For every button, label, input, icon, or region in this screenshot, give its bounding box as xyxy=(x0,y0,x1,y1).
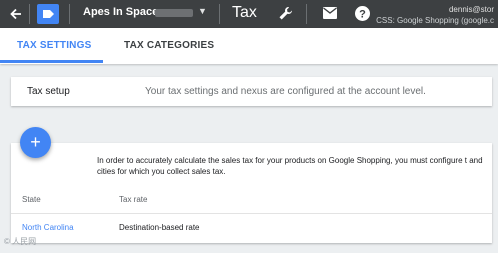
account-name[interactable]: Apes In Space xyxy=(83,6,158,18)
merchant-center-logo-icon[interactable] xyxy=(37,4,59,24)
table-row-state-link[interactable]: North Carolina xyxy=(22,223,74,232)
chevron-down-icon[interactable]: ▼ xyxy=(198,6,207,16)
tab-tax-settings[interactable]: TAX SETTINGS xyxy=(17,40,91,51)
page-title: Tax xyxy=(232,4,257,21)
watermark-text: © 人民网 xyxy=(4,237,37,246)
column-header-state: State xyxy=(22,195,41,204)
nexus-intro-text: In order to accurately calculate the sal… xyxy=(97,156,483,176)
wrench-icon[interactable] xyxy=(277,5,294,22)
help-icon[interactable]: ? xyxy=(354,5,371,22)
tab-tax-categories[interactable]: TAX CATEGORIES xyxy=(124,40,214,51)
tax-setup-label: Tax setup xyxy=(27,86,70,97)
mail-icon[interactable] xyxy=(322,6,338,20)
table-divider xyxy=(11,213,492,214)
account-id-redacted xyxy=(155,9,193,17)
user-account-subtitle: CSS: Google Shopping (google.c xyxy=(376,16,494,25)
tax-setup-description: Your tax settings and nexus are configur… xyxy=(145,86,426,97)
tab-bar: TAX SETTINGS TAX CATEGORIES xyxy=(0,28,498,64)
toolbar-divider xyxy=(306,4,307,24)
top-app-bar: Apes In Space ▼ Tax ? dennis@stor CSS: G… xyxy=(0,0,498,28)
user-email[interactable]: dennis@stor xyxy=(449,5,494,14)
active-tab-indicator xyxy=(0,60,103,63)
add-state-button[interactable]: + xyxy=(20,127,51,158)
svg-text:?: ? xyxy=(359,9,366,21)
column-header-tax-rate: Tax rate xyxy=(119,195,148,204)
plus-icon: + xyxy=(30,132,41,152)
toolbar-divider xyxy=(29,4,30,24)
toolbar-divider xyxy=(69,4,70,24)
nexus-card: In order to accurately calculate the sal… xyxy=(11,143,492,243)
back-arrow-icon[interactable] xyxy=(8,6,24,22)
table-row-tax-rate: Destination-based rate xyxy=(119,223,200,232)
tax-setup-card[interactable]: Tax setup Your tax settings and nexus ar… xyxy=(11,77,492,106)
toolbar-divider xyxy=(219,4,220,24)
